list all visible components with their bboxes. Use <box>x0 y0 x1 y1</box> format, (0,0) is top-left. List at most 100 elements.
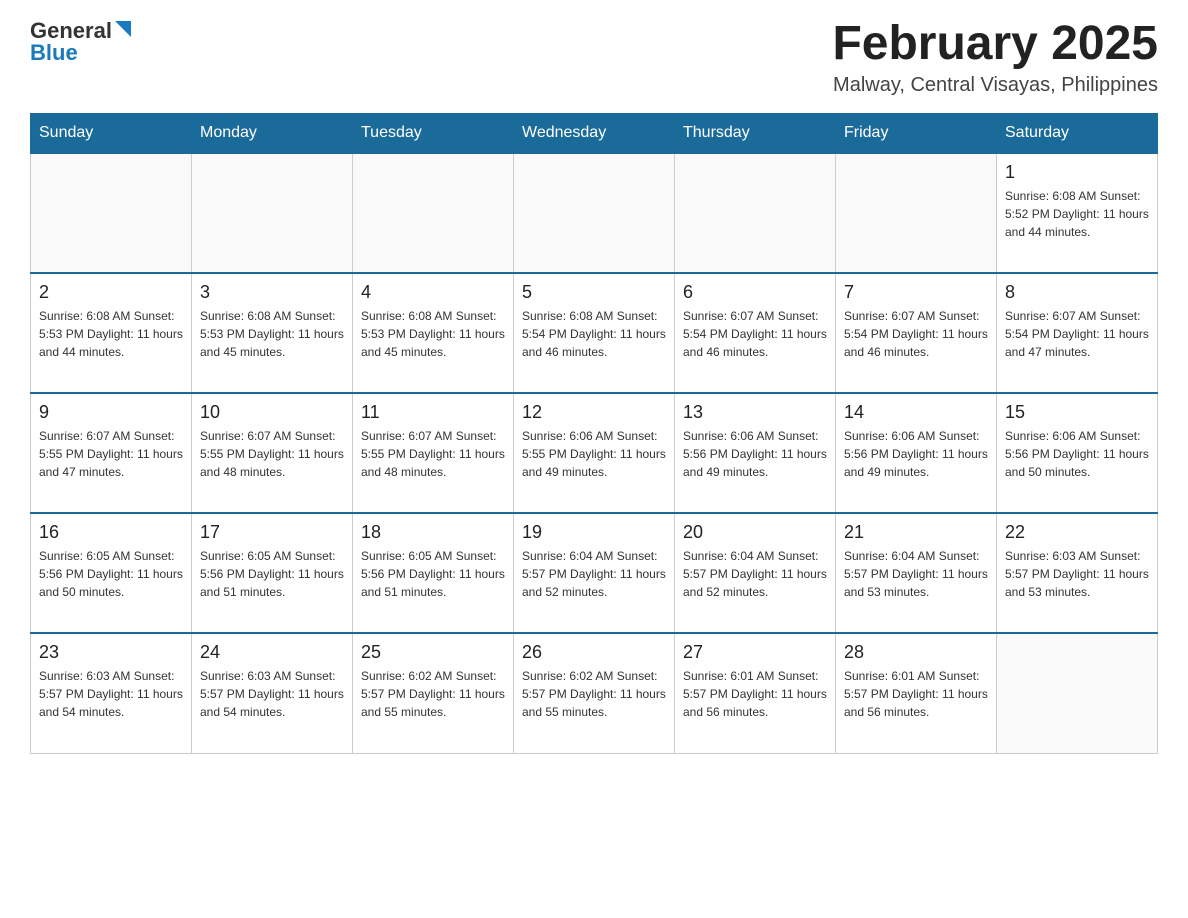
month-title: February 2025 <box>832 20 1158 68</box>
day-info: Sunrise: 6:03 AM Sunset: 5:57 PM Dayligh… <box>1005 547 1149 601</box>
day-number: 22 <box>1005 522 1149 543</box>
day-number: 23 <box>39 642 183 663</box>
day-number: 11 <box>361 402 505 423</box>
day-number: 15 <box>1005 402 1149 423</box>
calendar-cell: 23 Sunrise: 6:03 AM Sunset: 5:57 PM Dayli… <box>31 633 192 753</box>
weekday-header-wednesday: Wednesday <box>514 114 675 154</box>
calendar-cell: 1Sunrise: 6:08 AM Sunset: 5:52 PM Daylig… <box>997 153 1158 273</box>
day-info: Sunrise: 6:08 AM Sunset: 5:53 PM Dayligh… <box>361 307 505 361</box>
location-subtitle: Malway, Central Visayas, Philippines <box>832 74 1158 97</box>
calendar-cell: 25 Sunrise: 6:02 AM Sunset: 5:57 PM Dayli… <box>353 633 514 753</box>
day-info: Sunrise: 6:05 AM Sunset: 5:56 PM Dayligh… <box>39 547 183 601</box>
day-number: 24 <box>200 642 344 663</box>
calendar-cell: 26 Sunrise: 6:02 AM Sunset: 5:57 PM Dayli… <box>514 633 675 753</box>
day-number: 7 <box>844 282 988 303</box>
day-info: Sunrise: 6:07 AM Sunset: 5:55 PM Dayligh… <box>200 427 344 481</box>
calendar-cell <box>514 153 675 273</box>
weekday-header-thursday: Thursday <box>675 114 836 154</box>
day-number: 5 <box>522 282 666 303</box>
calendar-cell: 13 Sunrise: 6:06 AM Sunset: 5:56 PM Dayli… <box>675 393 836 513</box>
calendar-cell: 4 Sunrise: 6:08 AM Sunset: 5:53 PM Daylig… <box>353 273 514 393</box>
logo: General Blue <box>30 20 131 65</box>
day-number: 26 <box>522 642 666 663</box>
calendar-cell: 16 Sunrise: 6:05 AM Sunset: 5:56 PM Dayli… <box>31 513 192 633</box>
day-info: Sunrise: 6:07 AM Sunset: 5:54 PM Dayligh… <box>683 307 827 361</box>
logo-arrow-icon <box>115 21 131 37</box>
calendar-cell: 28 Sunrise: 6:01 AM Sunset: 5:57 PM Dayli… <box>836 633 997 753</box>
day-info: Sunrise: 6:07 AM Sunset: 5:54 PM Dayligh… <box>844 307 988 361</box>
day-number: 13 <box>683 402 827 423</box>
day-info: Sunrise: 6:04 AM Sunset: 5:57 PM Dayligh… <box>522 547 666 601</box>
day-number: 4 <box>361 282 505 303</box>
calendar-cell: 24 Sunrise: 6:03 AM Sunset: 5:57 PM Dayli… <box>192 633 353 753</box>
calendar-week-row: 1Sunrise: 6:08 AM Sunset: 5:52 PM Daylig… <box>31 153 1158 273</box>
logo-general-text: General <box>30 20 112 42</box>
calendar-cell: 12Sunrise: 6:06 AM Sunset: 5:55 PM Dayli… <box>514 393 675 513</box>
calendar-cell: 17 Sunrise: 6:05 AM Sunset: 5:56 PM Dayli… <box>192 513 353 633</box>
calendar-cell: 15 Sunrise: 6:06 AM Sunset: 5:56 PM Dayli… <box>997 393 1158 513</box>
calendar-cell: 9 Sunrise: 6:07 AM Sunset: 5:55 PM Daylig… <box>31 393 192 513</box>
day-info: Sunrise: 6:04 AM Sunset: 5:57 PM Dayligh… <box>683 547 827 601</box>
day-info: Sunrise: 6:04 AM Sunset: 5:57 PM Dayligh… <box>844 547 988 601</box>
day-number: 18 <box>361 522 505 543</box>
day-number: 3 <box>200 282 344 303</box>
calendar-cell: 18 Sunrise: 6:05 AM Sunset: 5:56 PM Dayli… <box>353 513 514 633</box>
calendar-week-row: 23 Sunrise: 6:03 AM Sunset: 5:57 PM Dayli… <box>31 633 1158 753</box>
calendar-cell: 6 Sunrise: 6:07 AM Sunset: 5:54 PM Daylig… <box>675 273 836 393</box>
calendar-week-row: 9 Sunrise: 6:07 AM Sunset: 5:55 PM Daylig… <box>31 393 1158 513</box>
weekday-header-monday: Monday <box>192 114 353 154</box>
calendar-week-row: 16 Sunrise: 6:05 AM Sunset: 5:56 PM Dayli… <box>31 513 1158 633</box>
day-info: Sunrise: 6:08 AM Sunset: 5:54 PM Dayligh… <box>522 307 666 361</box>
weekday-header-friday: Friday <box>836 114 997 154</box>
day-number: 6 <box>683 282 827 303</box>
day-number: 17 <box>200 522 344 543</box>
calendar-cell <box>836 153 997 273</box>
day-number: 21 <box>844 522 988 543</box>
day-info: Sunrise: 6:07 AM Sunset: 5:54 PM Dayligh… <box>1005 307 1149 361</box>
weekday-header-sunday: Sunday <box>31 114 192 154</box>
day-info: Sunrise: 6:06 AM Sunset: 5:55 PM Dayligh… <box>522 427 666 481</box>
day-number: 19 <box>522 522 666 543</box>
title-section: February 2025 Malway, Central Visayas, P… <box>832 20 1158 97</box>
calendar-cell: 8Sunrise: 6:07 AM Sunset: 5:54 PM Daylig… <box>997 273 1158 393</box>
calendar-cell: 7 Sunrise: 6:07 AM Sunset: 5:54 PM Daylig… <box>836 273 997 393</box>
calendar-cell <box>192 153 353 273</box>
weekday-header-row: SundayMondayTuesdayWednesdayThursdayFrid… <box>31 114 1158 154</box>
calendar-cell: 19 Sunrise: 6:04 AM Sunset: 5:57 PM Dayli… <box>514 513 675 633</box>
calendar-cell <box>353 153 514 273</box>
day-info: Sunrise: 6:03 AM Sunset: 5:57 PM Dayligh… <box>200 667 344 721</box>
calendar-cell: 22 Sunrise: 6:03 AM Sunset: 5:57 PM Dayli… <box>997 513 1158 633</box>
day-number: 10 <box>200 402 344 423</box>
day-info: Sunrise: 6:06 AM Sunset: 5:56 PM Dayligh… <box>844 427 988 481</box>
day-info: Sunrise: 6:06 AM Sunset: 5:56 PM Dayligh… <box>683 427 827 481</box>
day-number: 20 <box>683 522 827 543</box>
day-number: 16 <box>39 522 183 543</box>
calendar-cell <box>997 633 1158 753</box>
day-info: Sunrise: 6:05 AM Sunset: 5:56 PM Dayligh… <box>200 547 344 601</box>
day-info: Sunrise: 6:02 AM Sunset: 5:57 PM Dayligh… <box>522 667 666 721</box>
day-number: 27 <box>683 642 827 663</box>
day-number: 14 <box>844 402 988 423</box>
day-info: Sunrise: 6:07 AM Sunset: 5:55 PM Dayligh… <box>39 427 183 481</box>
calendar-cell: 20 Sunrise: 6:04 AM Sunset: 5:57 PM Dayli… <box>675 513 836 633</box>
day-info: Sunrise: 6:02 AM Sunset: 5:57 PM Dayligh… <box>361 667 505 721</box>
day-number: 28 <box>844 642 988 663</box>
day-info: Sunrise: 6:08 AM Sunset: 5:52 PM Dayligh… <box>1005 187 1149 241</box>
weekday-header-saturday: Saturday <box>997 114 1158 154</box>
day-info: Sunrise: 6:06 AM Sunset: 5:56 PM Dayligh… <box>1005 427 1149 481</box>
page-header: General Blue February 2025 Malway, Centr… <box>30 20 1158 97</box>
day-info: Sunrise: 6:03 AM Sunset: 5:57 PM Dayligh… <box>39 667 183 721</box>
day-info: Sunrise: 6:05 AM Sunset: 5:56 PM Dayligh… <box>361 547 505 601</box>
calendar-cell: 5 Sunrise: 6:08 AM Sunset: 5:54 PM Daylig… <box>514 273 675 393</box>
day-info: Sunrise: 6:01 AM Sunset: 5:57 PM Dayligh… <box>683 667 827 721</box>
calendar-cell: 27 Sunrise: 6:01 AM Sunset: 5:57 PM Dayli… <box>675 633 836 753</box>
day-info: Sunrise: 6:08 AM Sunset: 5:53 PM Dayligh… <box>200 307 344 361</box>
calendar-cell: 21 Sunrise: 6:04 AM Sunset: 5:57 PM Dayli… <box>836 513 997 633</box>
day-number: 25 <box>361 642 505 663</box>
calendar-cell <box>675 153 836 273</box>
day-number: 9 <box>39 402 183 423</box>
calendar-cell <box>31 153 192 273</box>
day-info: Sunrise: 6:01 AM Sunset: 5:57 PM Dayligh… <box>844 667 988 721</box>
day-info: Sunrise: 6:08 AM Sunset: 5:53 PM Dayligh… <box>39 307 183 361</box>
weekday-header-tuesday: Tuesday <box>353 114 514 154</box>
